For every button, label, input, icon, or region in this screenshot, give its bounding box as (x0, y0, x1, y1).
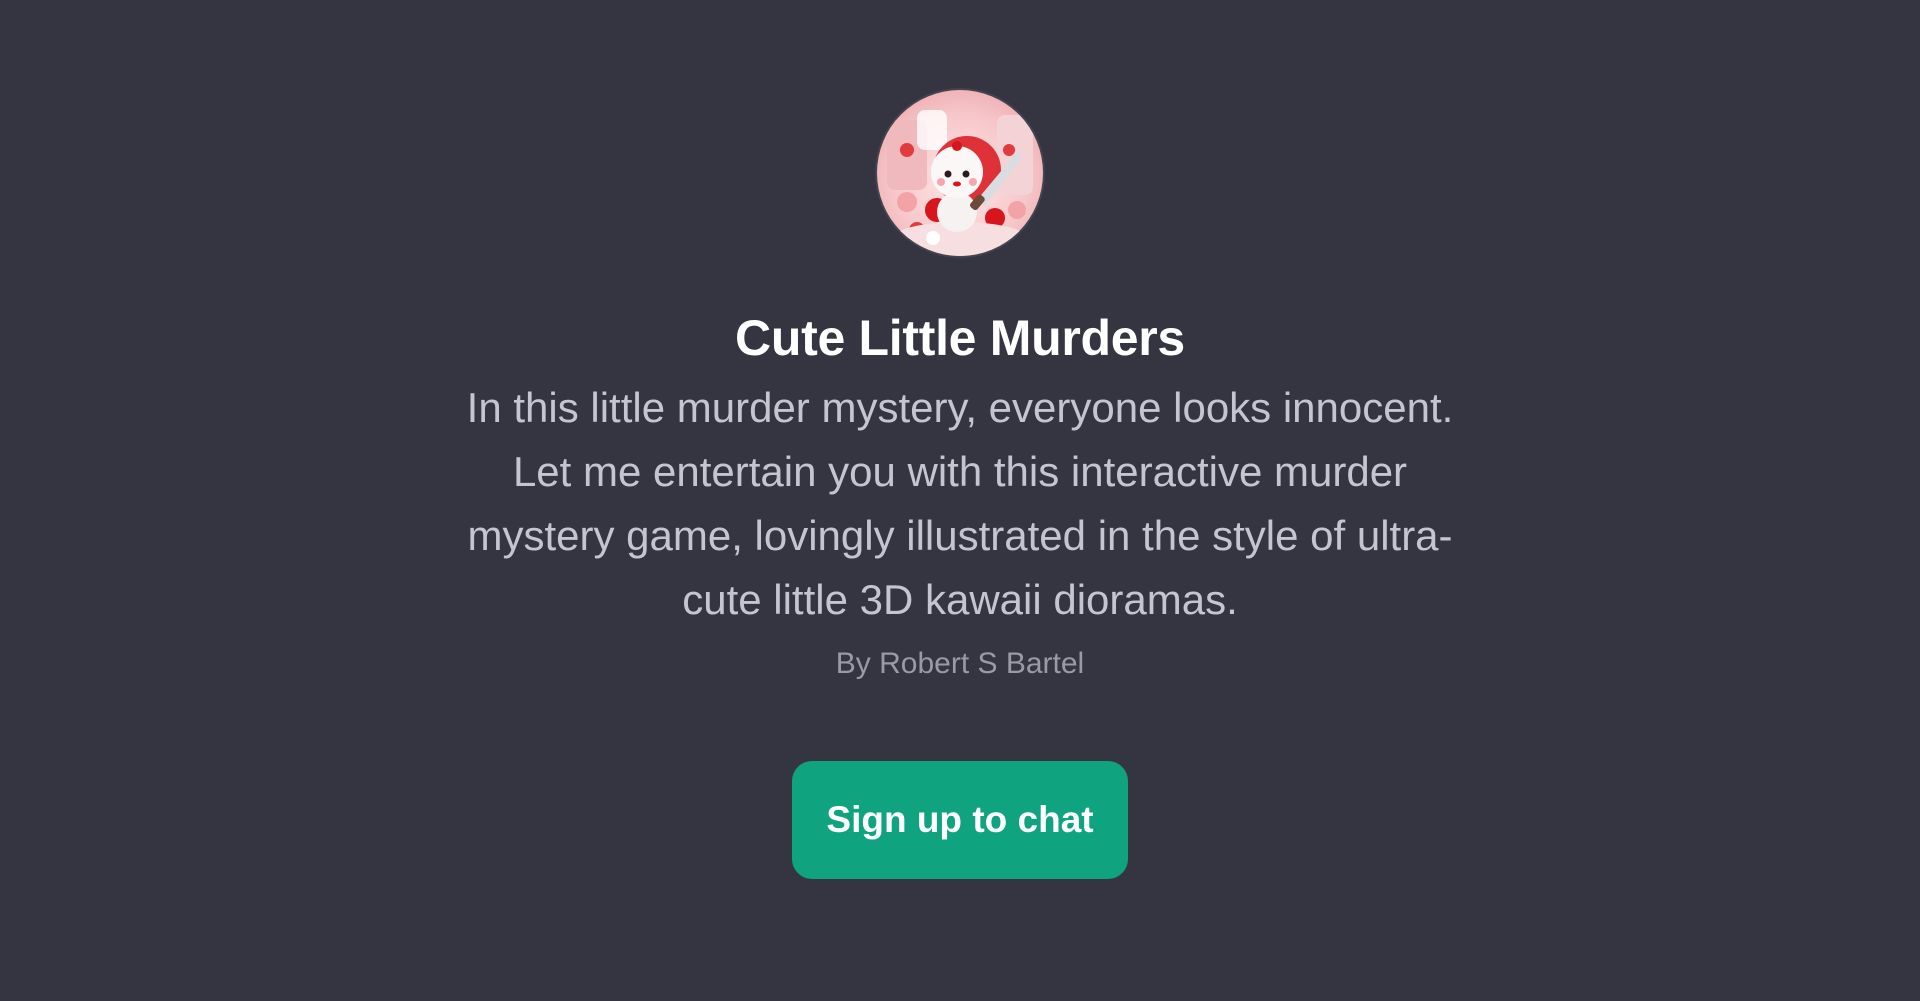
gpt-landing-page: Cute Little Murders In this little murde… (0, 0, 1920, 1001)
gpt-avatar (877, 90, 1043, 256)
gpt-description: In this little murder mystery, everyone … (466, 384, 1454, 623)
gpt-author: By Robert S Bartel (835, 647, 1085, 680)
gpt-title: Cute Little Murders (735, 310, 1185, 366)
sign-up-to-chat-button[interactable]: Sign up to chat (792, 761, 1128, 879)
avatar-illustration-icon (887, 110, 1033, 256)
